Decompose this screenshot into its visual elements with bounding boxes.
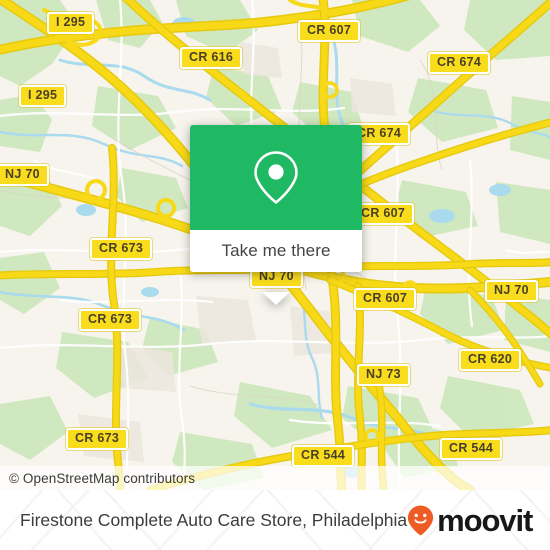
road-shield: CR 673 <box>66 428 129 450</box>
road-shield: CR 544 <box>292 445 355 467</box>
road-shield: CR 616 <box>180 47 243 69</box>
road-shield: I 295 <box>47 12 95 34</box>
road-shield: NJ 73 <box>357 364 410 386</box>
moovit-smiley-pin-icon <box>408 505 434 535</box>
road-shield: NJ 70 <box>485 280 538 302</box>
location-popup-card[interactable]: Take me there <box>190 125 362 305</box>
road-shield: CR 674 <box>428 52 491 74</box>
popup-action-panel[interactable]: Take me there <box>190 230 362 272</box>
osm-attribution-bar: © OpenStreetMap contributors <box>0 466 550 490</box>
road-shield: CR 673 <box>79 309 142 331</box>
place-title: Firestone Complete Auto Care Store, Phil… <box>20 509 408 530</box>
take-me-there-label: Take me there <box>221 241 331 260</box>
footer-bar: Firestone Complete Auto Care Store, Phil… <box>0 490 550 550</box>
map-viewport[interactable]: .rd-major{stroke:#f7d917;stroke-linecap:… <box>0 0 550 490</box>
popup-tail-pointer <box>262 292 290 305</box>
map-pin-icon <box>254 151 298 204</box>
road-shield: CR 620 <box>459 349 522 371</box>
road-shield: I 295 <box>19 85 67 107</box>
road-shield: CR 607 <box>298 20 361 42</box>
road-shield: CR 544 <box>440 438 503 460</box>
moovit-logo[interactable]: moovit <box>407 502 533 538</box>
osm-attribution-text: © OpenStreetMap contributors <box>9 470 196 486</box>
road-shield: CR 673 <box>90 238 153 260</box>
road-shield: CR 607 <box>354 288 417 310</box>
popup-icon-panel <box>190 125 362 230</box>
road-shield: NJ 70 <box>0 164 49 186</box>
map-screenshot: .rd-major{stroke:#f7d917;stroke-linecap:… <box>0 0 550 550</box>
moovit-wordmark: moovit <box>437 502 533 538</box>
